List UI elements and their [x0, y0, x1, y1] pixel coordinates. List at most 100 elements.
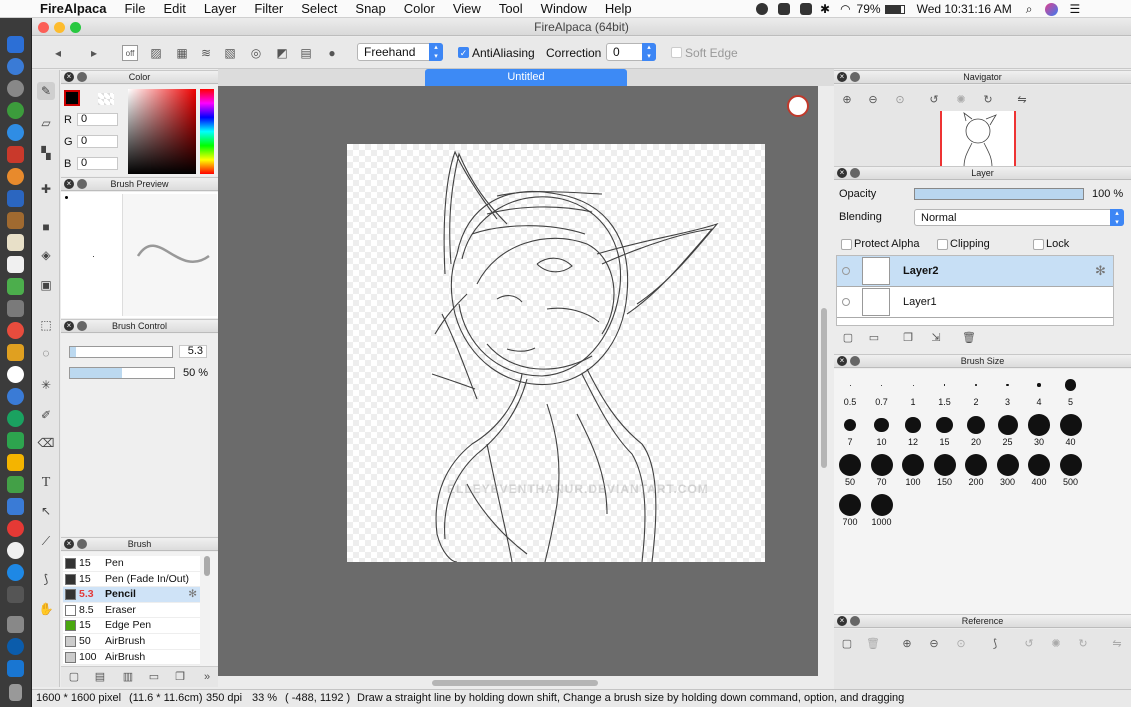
- delete-reference-icon[interactable]: 🗑: [866, 637, 880, 651]
- snap-radial-icon[interactable]: ▧: [222, 45, 238, 61]
- duplicate-layer-icon[interactable]: ❐: [901, 331, 915, 345]
- brush-item[interactable]: 15 Pen (Fade In/Out): [63, 571, 200, 588]
- rotate-left-icon[interactable]: ↺: [927, 93, 941, 107]
- brush-size-cell[interactable]: 40: [1056, 411, 1086, 449]
- brush-size-cell[interactable]: 150: [930, 451, 960, 489]
- eyedropper-icon[interactable]: ⟆: [37, 570, 55, 588]
- brush-size-cell[interactable]: 1: [898, 371, 928, 409]
- minimize-icon[interactable]: [850, 168, 860, 178]
- drawing-canvas[interactable]: ELLEYEVENTHANUR.DEVIANTART.COM: [347, 144, 765, 562]
- select-eraser-icon[interactable]: ⌫: [37, 434, 55, 452]
- lasso-tool-icon[interactable]: ◌: [37, 344, 55, 362]
- brush-size-cell[interactable]: 25: [993, 411, 1023, 449]
- folder-icon[interactable]: ▭: [147, 670, 161, 684]
- copy-icon[interactable]: ❐: [173, 670, 187, 684]
- menu-layer[interactable]: Layer: [195, 1, 246, 16]
- notification-icon[interactable]: [756, 3, 768, 15]
- brush-size-cell[interactable]: 200: [961, 451, 991, 489]
- stroke-mode-select[interactable]: Freehand ▴ ▾: [357, 43, 443, 61]
- snap-curve-icon[interactable]: ≋: [198, 45, 214, 61]
- brush-size-cell[interactable]: 0.7: [867, 371, 897, 409]
- dock-app-icon[interactable]: [7, 344, 24, 361]
- zoom-fit-icon[interactable]: ⊙: [893, 93, 907, 107]
- select-pen-icon[interactable]: ✐: [37, 406, 55, 424]
- notification-center-icon[interactable]: ☰: [1070, 2, 1081, 16]
- dock-app-icon[interactable]: [7, 102, 24, 119]
- hand-tool-icon[interactable]: ✋: [37, 600, 55, 618]
- primary-color-swatch[interactable]: [64, 90, 80, 106]
- dock-app-icon[interactable]: [7, 454, 24, 471]
- open-reference-icon[interactable]: ▢: [840, 637, 854, 651]
- gradient-tool-icon[interactable]: ▣: [37, 276, 55, 294]
- brush-size-cell[interactable]: 4: [1024, 371, 1054, 409]
- dock-app-icon[interactable]: [7, 322, 24, 339]
- close-icon[interactable]: ×: [837, 356, 847, 366]
- dock-app-icon[interactable]: [7, 366, 24, 383]
- brush-size-slider[interactable]: [69, 346, 173, 358]
- brush-item[interactable]: 15 Pen: [63, 556, 200, 572]
- brush-item[interactable]: 8.5 Eraser: [63, 602, 200, 619]
- correction-select[interactable]: 0 ▴ ▾: [606, 43, 656, 61]
- snap-vanish-icon[interactable]: ◩: [274, 45, 290, 61]
- select-tool-icon[interactable]: ⬚: [37, 316, 55, 334]
- dock-app-icon[interactable]: [7, 146, 24, 163]
- brush-size-cell[interactable]: 2: [961, 371, 991, 409]
- menu-filter[interactable]: Filter: [245, 1, 292, 16]
- dock-app-icon[interactable]: [7, 476, 24, 493]
- menu-help[interactable]: Help: [596, 1, 641, 16]
- lock-checkbox[interactable]: [1033, 239, 1044, 250]
- redo-icon[interactable]: ▸: [86, 45, 102, 61]
- menu-color[interactable]: Color: [395, 1, 444, 16]
- menu-tool[interactable]: Tool: [490, 1, 532, 16]
- zoom-out-icon[interactable]: ⊖: [866, 93, 880, 107]
- magic-wand-icon[interactable]: ✳: [37, 376, 55, 394]
- dock-app-icon[interactable]: [7, 660, 24, 677]
- siri-icon[interactable]: [1044, 2, 1058, 16]
- brush-size-cell[interactable]: 30: [1024, 411, 1054, 449]
- rotate-reset-icon[interactable]: ✺: [954, 93, 968, 107]
- dock-app-icon[interactable]: [7, 168, 24, 185]
- gear-icon[interactable]: ✻: [1095, 263, 1106, 279]
- menu-app[interactable]: FireAlpaca: [30, 1, 115, 16]
- dock-app-icon[interactable]: [7, 432, 24, 449]
- minimize-icon[interactable]: [850, 616, 860, 626]
- antialias-checkbox[interactable]: ✓: [458, 47, 469, 58]
- dock-app-icon[interactable]: [7, 80, 24, 97]
- battery-icon[interactable]: [884, 4, 905, 14]
- fill-tool-icon[interactable]: ■: [37, 218, 55, 236]
- snap-parallel-icon[interactable]: ▨: [148, 45, 164, 61]
- brush-size-cell[interactable]: 50: [835, 451, 865, 489]
- brush-size-cell[interactable]: 0.5: [835, 371, 865, 409]
- dock-app-icon[interactable]: [7, 638, 24, 655]
- flip-icon[interactable]: ⇋: [1110, 637, 1124, 651]
- close-icon[interactable]: ×: [64, 321, 74, 331]
- brush-size-cell[interactable]: 70: [867, 451, 897, 489]
- menu-snap[interactable]: Snap: [346, 1, 394, 16]
- dock-app-icon[interactable]: [7, 542, 24, 559]
- more-icon[interactable]: »: [200, 670, 214, 684]
- blending-select[interactable]: Normal ▴ ▾: [914, 209, 1124, 226]
- dock-app-icon[interactable]: [7, 564, 24, 581]
- eraser-tool-icon[interactable]: ▱: [37, 114, 55, 132]
- dock-app-icon[interactable]: [7, 388, 24, 405]
- brush-tool-icon[interactable]: ✎: [37, 82, 55, 100]
- operation-tool-icon[interactable]: ↖: [37, 502, 55, 520]
- brush-size-cell[interactable]: 20: [961, 411, 991, 449]
- saturation-value-picker[interactable]: [128, 89, 196, 174]
- spotlight-icon[interactable]: ⌕: [1026, 2, 1033, 17]
- snap-dot-icon[interactable]: ●: [324, 45, 340, 61]
- brush-size-cell[interactable]: 700: [835, 491, 865, 529]
- add-brush-icon[interactable]: ▤: [93, 670, 107, 684]
- bucket-tool-icon[interactable]: ◈: [37, 246, 55, 264]
- dot-tool-icon[interactable]: ▚: [37, 144, 55, 162]
- dock-app-icon[interactable]: [7, 234, 24, 251]
- snap-settings-icon[interactable]: ▤: [298, 45, 314, 61]
- brush-size-cell[interactable]: 300: [993, 451, 1023, 489]
- minimize-icon[interactable]: [850, 356, 860, 366]
- layer-opacity-slider[interactable]: [914, 188, 1084, 200]
- malwarebytes-icon[interactable]: [778, 3, 790, 15]
- brush-item[interactable]: 100 AirBrush: [63, 649, 200, 666]
- brush-item[interactable]: 15 Edge Pen: [63, 618, 200, 634]
- zoom-in-icon[interactable]: ⊕: [900, 637, 914, 651]
- close-icon[interactable]: ×: [64, 179, 74, 189]
